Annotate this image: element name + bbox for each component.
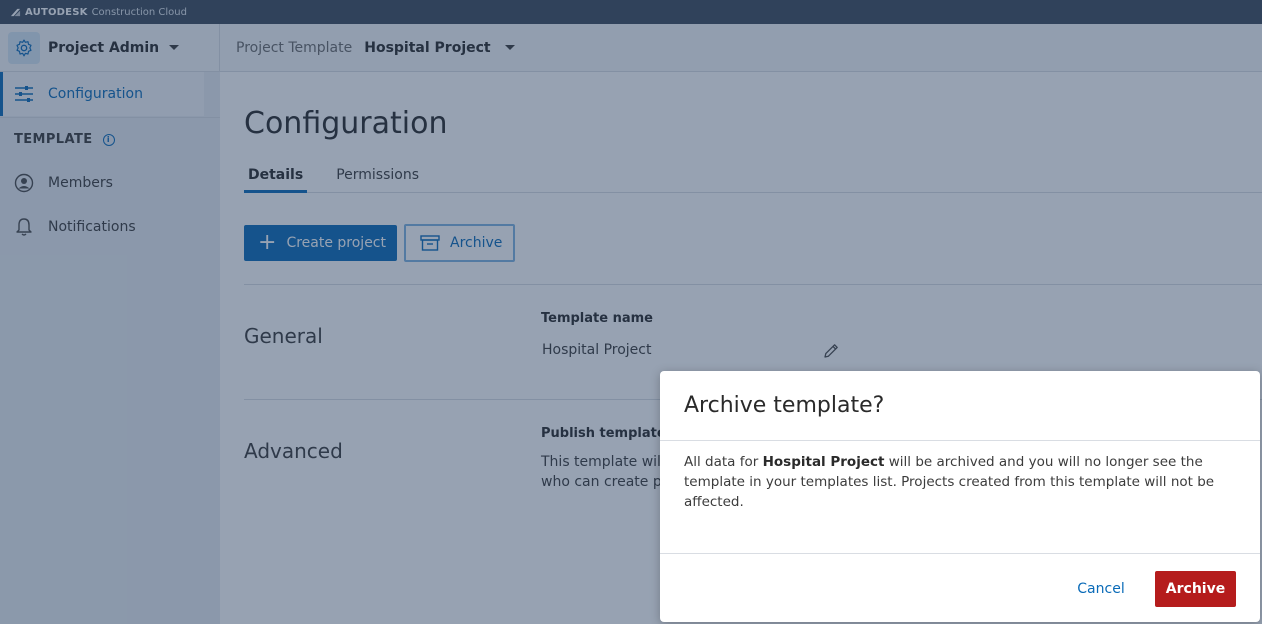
confirm-archive-button[interactable]: Archive	[1155, 571, 1236, 607]
divider	[660, 440, 1260, 441]
dialog-message-prefix: All data for	[684, 454, 763, 470]
dialog-title: Archive template?	[684, 393, 885, 418]
dialog-message-project: Hospital Project	[762, 454, 885, 470]
archive-dialog: Archive template? All data for Hospital …	[660, 371, 1260, 622]
cancel-button[interactable]: Cancel	[1067, 571, 1135, 607]
divider	[660, 553, 1260, 554]
dialog-message: All data for Hospital Project will be ar…	[684, 452, 1224, 512]
